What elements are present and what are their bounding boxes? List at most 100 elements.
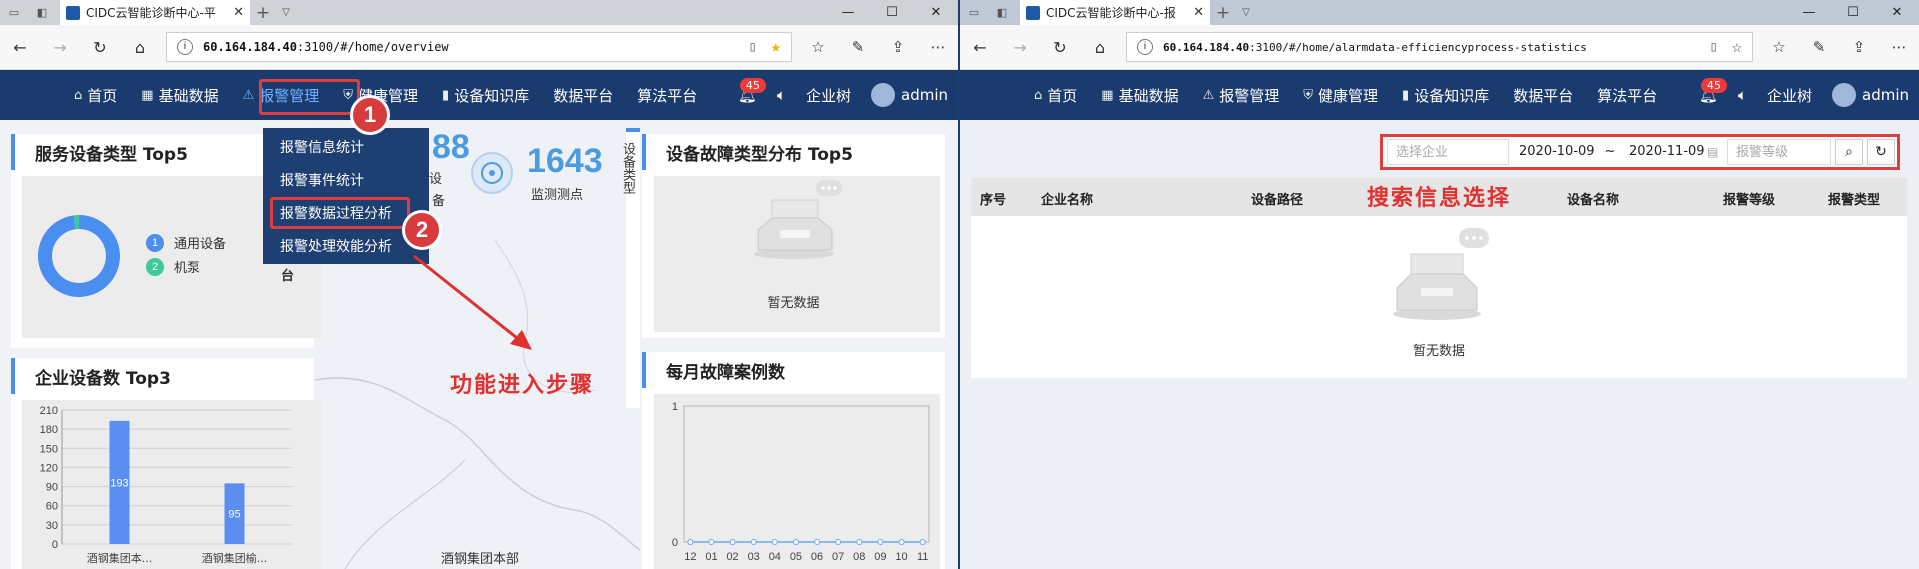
y-tick-label: 210 — [40, 405, 58, 417]
data-point[interactable] — [750, 539, 757, 545]
menu-item-alarm-event-stats[interactable]: 报警事件统计 — [263, 165, 429, 198]
x-tick-label: 01 — [705, 551, 717, 563]
data-point[interactable] — [898, 539, 905, 545]
nav-home[interactable]: ⌂ 首页 — [1022, 85, 1089, 106]
data-point[interactable] — [814, 539, 821, 545]
set-aside-tabs-icon[interactable]: ◧ — [32, 3, 52, 23]
nav-alarm-management[interactable]: ⚠ 报警管理 — [231, 85, 332, 106]
nav-basic-data[interactable]: ▦ 基础数据 — [1089, 85, 1190, 106]
data-point[interactable] — [877, 539, 884, 545]
data-point[interactable] — [771, 539, 778, 545]
stat-equipment-number: 88 — [432, 128, 470, 166]
url-host: 60.164.184.40 — [1163, 40, 1250, 54]
pen-icon[interactable]: ✎ — [838, 38, 878, 56]
data-point[interactable] — [856, 539, 863, 545]
tab-list-chevron-icon[interactable]: ▽ — [1236, 7, 1256, 18]
share-icon[interactable]: ⇪ — [878, 38, 918, 56]
site-info-icon[interactable]: i — [1137, 39, 1153, 55]
nav-data-platform[interactable]: 数据平台 — [541, 85, 625, 106]
favorite-star-icon[interactable]: ☆ — [1732, 37, 1742, 57]
favorites-hub-icon[interactable]: ☆ — [1759, 38, 1799, 56]
enterprise-top3-card: 企业设备数 Top3 210 180 150 120 90 60 30 0 193 酒钢集团本..… — [11, 358, 322, 569]
nav-label: 报警管理 — [259, 86, 320, 105]
calendar-icon[interactable]: ▤ — [1707, 145, 1727, 159]
nav-algorithm-platform[interactable]: 算法平台 — [1585, 85, 1669, 106]
nav-equipment-knowledge[interactable]: ▮ 设备知识库 — [1390, 85, 1501, 106]
favorites-hub-icon[interactable]: ☆ — [798, 38, 838, 56]
home-icon[interactable]: ⌂ — [1080, 38, 1120, 57]
nav-label: 报警管理 — [1219, 86, 1280, 105]
data-point[interactable] — [919, 539, 926, 545]
browser-tab[interactable]: CIDC云智能诊断中心-平 ✕ — [60, 0, 250, 25]
nav-home[interactable]: ⌂ 首页 — [62, 85, 129, 106]
nav-label: 基础数据 — [158, 86, 219, 105]
date-end-input[interactable]: 2020-11-09 — [1619, 139, 1707, 165]
side-card-label: 设备类型 — [620, 142, 635, 194]
company-select[interactable]: 选择企业 — [1387, 139, 1509, 165]
top-nav: ⌂ 首页 ▦ 基础数据 ⚠ 报警管理 ⛨ 健康管理 ▮ 设备知识库 数据平台 算法平台 🔔… — [960, 70, 1919, 120]
date-start-input[interactable]: 2020-10-09 — [1509, 139, 1601, 165]
nav-basic-data[interactable]: ▦ 基础数据 — [129, 85, 230, 106]
notification-bell[interactable]: 🔔︎ 45 — [728, 78, 767, 104]
search-button[interactable]: ⌕ — [1835, 139, 1863, 165]
back-icon[interactable]: ← — [0, 38, 40, 57]
home-icon[interactable]: ⌂ — [120, 38, 160, 57]
user-name: admin — [1862, 86, 1909, 104]
notification-bell[interactable]: 🔔︎ 45 — [1689, 78, 1728, 104]
tab-actions-icon[interactable]: ▭ — [4, 3, 24, 23]
refresh-icon[interactable]: ↻ — [1040, 38, 1080, 57]
alarm-level-select[interactable]: 报警等级 — [1727, 139, 1831, 165]
url-input[interactable]: i 60.164.184.40:3100/#/home/alarmdata-ef… — [1126, 32, 1753, 62]
tab-list-chevron-icon[interactable]: ▽ — [276, 7, 296, 18]
volume-button[interactable]: 🔈︎ — [1728, 86, 1757, 104]
data-point[interactable] — [687, 539, 694, 545]
table-body-empty: 暂无数据 — [971, 216, 1907, 378]
new-tab-icon[interactable]: + — [250, 3, 276, 23]
more-icon[interactable]: ⋯ — [918, 38, 958, 56]
forward-icon[interactable]: → — [40, 38, 80, 57]
nav-data-platform[interactable]: 数据平台 — [1501, 85, 1585, 106]
user-menu[interactable]: admin — [861, 83, 958, 107]
reading-view-icon[interactable]: ▯ — [748, 39, 756, 55]
tab-actions-icon[interactable]: ▭ — [964, 3, 984, 23]
browser-tab[interactable]: CIDC云智能诊断中心-报 ✕ — [1020, 0, 1210, 25]
forward-icon[interactable]: → — [1000, 38, 1040, 57]
volume-button[interactable]: 🔈︎ — [767, 86, 796, 104]
menu-item-alarm-info-stats[interactable]: 报警信息统计 — [263, 132, 429, 165]
new-tab-icon[interactable]: + — [1210, 3, 1236, 23]
nav-algorithm-platform[interactable]: 算法平台 — [625, 85, 709, 106]
data-point[interactable] — [792, 539, 799, 545]
y-tick-label: 90 — [46, 482, 58, 494]
share-icon[interactable]: ⇪ — [1839, 38, 1879, 56]
nav-equipment-knowledge[interactable]: ▮ 设备知识库 — [430, 85, 541, 106]
close-window-icon[interactable]: ✕ — [1875, 5, 1919, 20]
more-icon[interactable]: ⋯ — [1879, 38, 1919, 56]
company-tree-button[interactable]: 企业树 — [1757, 85, 1822, 106]
x-tick-label: 酒钢集团榆... — [202, 551, 268, 565]
set-aside-tabs-icon[interactable]: ◧ — [992, 3, 1012, 23]
pen-icon[interactable]: ✎ — [1799, 38, 1839, 56]
nav-health-management[interactable]: ⛨ 健康管理 — [1291, 85, 1390, 106]
favorite-star-icon[interactable]: ★ — [771, 37, 781, 57]
company-tree-button[interactable]: 企业树 — [796, 85, 861, 106]
url-path: :3100/#/home/alarmdata-efficiencyprocess… — [1249, 40, 1587, 54]
url-input[interactable]: i 60.164.184.40:3100/#/home/overview ▯ ★ — [166, 32, 792, 62]
close-window-icon[interactable]: ✕ — [914, 5, 958, 20]
close-tab-icon[interactable]: ✕ — [233, 5, 244, 20]
user-menu[interactable]: admin — [1822, 83, 1919, 107]
refresh-icon: ↻ — [1875, 144, 1887, 160]
data-point[interactable] — [708, 539, 715, 545]
close-tab-icon[interactable]: ✕ — [1193, 5, 1204, 20]
reading-view-icon[interactable]: ▯ — [1709, 39, 1717, 55]
data-point[interactable] — [729, 539, 736, 545]
refresh-icon[interactable]: ↻ — [80, 38, 120, 57]
maximize-icon[interactable]: ☐ — [870, 5, 914, 20]
minimize-icon[interactable]: — — [826, 5, 870, 20]
back-icon[interactable]: ← — [960, 38, 1000, 57]
maximize-icon[interactable]: ☐ — [1831, 5, 1875, 20]
reset-button[interactable]: ↻ — [1867, 139, 1895, 165]
minimize-icon[interactable]: — — [1787, 5, 1831, 20]
data-point[interactable] — [835, 539, 842, 545]
nav-alarm-management[interactable]: ⚠ 报警管理 — [1191, 85, 1292, 106]
site-info-icon[interactable]: i — [177, 39, 193, 55]
